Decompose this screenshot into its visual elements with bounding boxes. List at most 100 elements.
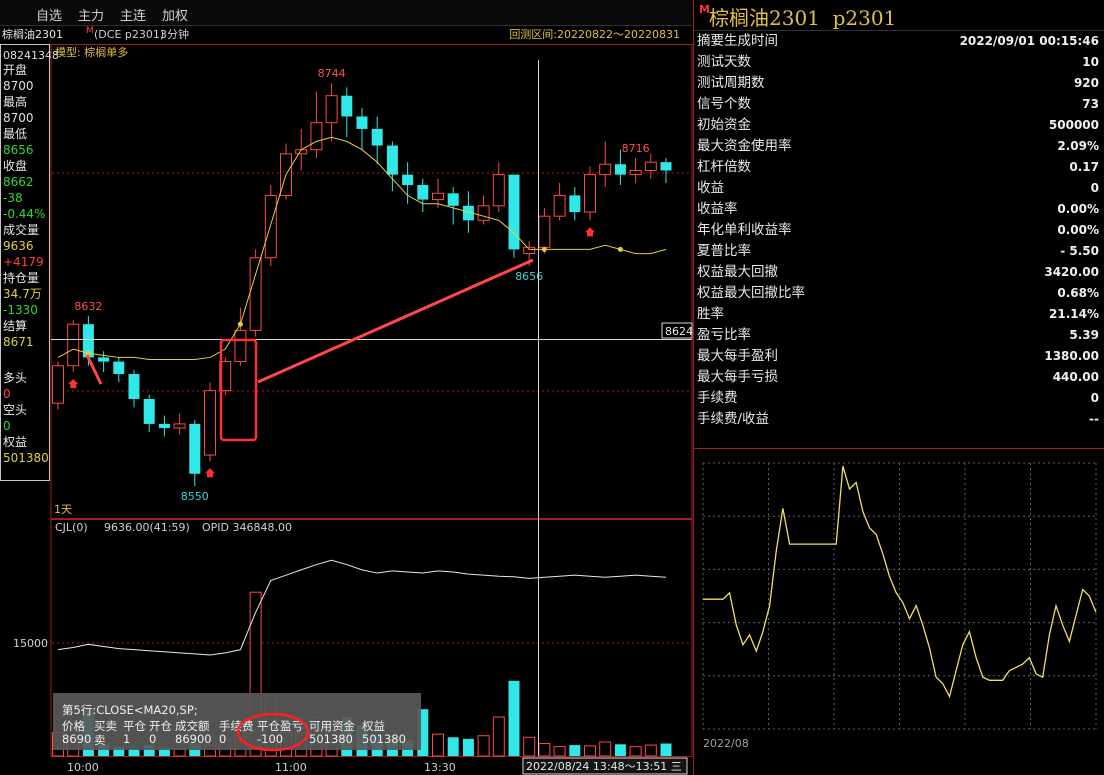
stat-row: 最大每手盈利 1380.00 (697, 346, 1101, 367)
stat-row: 权益最大回撤比率 0.68% (697, 283, 1101, 304)
equity-curve (703, 466, 1097, 699)
candle-body (432, 192, 444, 201)
toolbar-zixuan[interactable]: 自选 (36, 5, 62, 24)
toolbar-jiaquan[interactable]: 加权 (162, 5, 188, 24)
price-extreme-label: 8716 (622, 142, 650, 155)
stat-row: 初始资金 500000 (697, 115, 1101, 136)
stat-row: 盈亏比率 5.39 (697, 325, 1101, 346)
volume-bar (569, 745, 581, 756)
x-label-1000: 10:00 (67, 761, 99, 774)
right-title: 棕榈油2301 p2301 (709, 6, 897, 30)
candle-body (538, 215, 551, 248)
stat-value: 21.14% (1049, 307, 1099, 321)
model-label: 模型: 棕榈单多 (55, 45, 128, 59)
trade-popup-title: 第5行:CLOSE<MA20,SP; (62, 703, 198, 717)
stat-row: 最大每手亏损 440.00 (697, 367, 1101, 388)
candle-body (614, 164, 626, 175)
popup-col-value: 卖 (94, 733, 106, 747)
stat-row: 夏普比率 - 5.50 (697, 241, 1101, 262)
candle-body (386, 145, 398, 175)
volume-bar (629, 746, 642, 757)
popup-col-value: 8690 (62, 732, 92, 746)
stat-value: -- (1089, 412, 1099, 426)
stat-label: 最大每手亏损 (697, 369, 778, 385)
trade-popup: 第5行:CLOSE<MA20,SP; 价格 买卖 平仓 开仓 成交额 手续费 平仓盈亏 可用资… (53, 693, 421, 750)
volume-y-label: 15000 (13, 637, 48, 650)
chart-area: 87448716863286568550 模型: 棕榈单多 1天 CJL(0) … (13, 44, 693, 775)
stat-label: 信号个数 (697, 96, 751, 112)
stat-row: 年化单利收益率 0.00% (697, 220, 1101, 241)
candle-body (584, 174, 596, 213)
candle-body (158, 423, 170, 429)
price-extreme-label: 8550 (181, 490, 209, 503)
volume-bar (432, 733, 444, 757)
popup-col-value: 501380 (309, 732, 353, 746)
stat-value: 920 (1073, 76, 1099, 90)
stat-label: 手续费/收益 (697, 411, 770, 427)
buy-signal-arrow (68, 378, 79, 388)
opid-line (57, 559, 667, 656)
candle-body (189, 423, 201, 474)
period-tag: 1天 (54, 503, 72, 516)
candle-body (492, 174, 505, 207)
stat-value: 0.00% (1057, 202, 1099, 216)
stat-label: 初始资金 (697, 117, 751, 133)
candle-body (660, 162, 672, 171)
volume-bar (447, 737, 459, 756)
stat-value: 73 (1082, 97, 1099, 111)
symbol-badge: M (86, 26, 94, 36)
candle-body (98, 357, 110, 362)
equity-date-label: 2022/08 (703, 737, 749, 750)
candle-body (447, 193, 459, 206)
volume-header-name: CJL(0) (55, 521, 88, 534)
candle-body (553, 194, 566, 217)
stat-label: 权益最大回撤比率 (697, 285, 805, 301)
stat-label: 手续费 (697, 390, 738, 406)
price-extreme-label: 8744 (318, 67, 346, 80)
candle-body (477, 205, 490, 221)
stat-row: 收益率 0.00% (697, 199, 1101, 220)
popup-col-value: 0 (149, 732, 157, 746)
stat-row: 信号个数 73 (697, 94, 1101, 115)
symbol-name: 棕榈油2301 (2, 28, 63, 41)
candle-body (143, 398, 155, 424)
annotation-arrow-line (257, 258, 534, 384)
candle-body (341, 95, 353, 117)
stat-label: 权益最大回撤 (697, 264, 778, 280)
ma-marker (541, 246, 547, 252)
candle-body (629, 169, 642, 176)
toolbar-zhulian[interactable]: 主连 (120, 5, 146, 24)
stat-row: 权益最大回撤 3420.00 (697, 262, 1101, 283)
stat-label: 年化单利收益率 (697, 222, 792, 238)
stat-value: 2022/09/01 00:15:46 (959, 34, 1099, 48)
candle-body (508, 174, 520, 250)
volume-bar (553, 746, 566, 757)
stat-value: 0.17 (1069, 160, 1099, 174)
candle-body (204, 390, 216, 456)
stat-value: 3420.00 (1044, 265, 1099, 279)
volume-bar (477, 735, 490, 757)
stat-label: 胜率 (697, 306, 724, 322)
volume-bar (584, 745, 596, 757)
stat-value: 5.39 (1069, 328, 1099, 342)
candle-body (569, 195, 581, 213)
right-title-bar: M 棕榈油2301 p2301 (694, 0, 1104, 31)
volume-bar (128, 748, 140, 756)
stat-label: 最大每手盈利 (697, 348, 778, 364)
equity-grid (702, 462, 1097, 730)
volume-bar (599, 741, 612, 757)
price-chart-frame (50, 44, 693, 519)
top-toolbar: 自选 主力 主连 加权 (0, 0, 692, 26)
chart-header: 棕榈油2301 M (DCE p2301) 3分钟 回测区间:20220822～… (0, 26, 692, 44)
stat-row: 杠杆倍数 0.17 (697, 157, 1101, 178)
volume-bar (644, 744, 657, 757)
candle-body (325, 95, 338, 124)
stat-value: 0 (1090, 391, 1099, 405)
popup-col-value: 501380 (362, 732, 406, 746)
stat-value: 500000 (1048, 118, 1099, 132)
stat-value: 2.09% (1057, 139, 1099, 153)
stat-label: 摘要生成时间 (697, 33, 778, 49)
candle-body (402, 174, 414, 186)
candle-body (644, 161, 657, 171)
stat-label: 测试天数 (697, 54, 751, 70)
